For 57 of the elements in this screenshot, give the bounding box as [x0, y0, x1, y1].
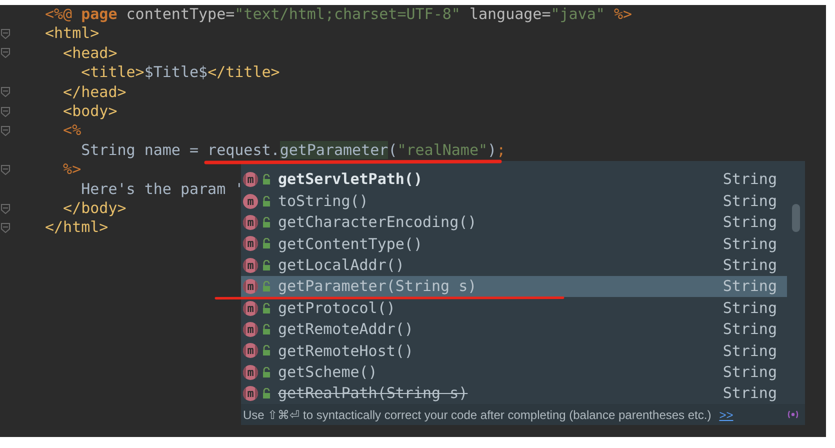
completion-item[interactable]: m getCharacterEncoding() String [241, 212, 787, 234]
method-icon: m [243, 194, 258, 209]
code-line: <% [62, 121, 82, 140]
method-icon: m [243, 236, 258, 252]
lock-icon [262, 302, 271, 314]
completion-item[interactable]: m getScheme() String [241, 362, 787, 383]
completion-item[interactable]: m getServletPath() String [241, 169, 787, 190]
lock-icon [262, 216, 271, 228]
code-line: </body> [62, 198, 126, 217]
fold-icon[interactable] [1, 106, 10, 117]
code-line: <%@ page contentType="text/html;charset=UTF-8" language="java" %> [45, 5, 632, 23]
method-icon: m [243, 300, 258, 316]
method-icon: m [243, 343, 258, 358]
code-line: <html> [45, 24, 100, 42]
lock-icon [262, 388, 271, 400]
fold-icon[interactable] [1, 204, 10, 214]
completion-item[interactable]: m getProtocol() String [241, 297, 787, 319]
fold-icon[interactable] [1, 87, 10, 98]
method-icon: m [243, 364, 258, 380]
fold-icon[interactable] [1, 222, 10, 233]
code-line: %> [62, 160, 82, 178]
code-line: </html> [45, 218, 108, 236]
lock-icon [262, 281, 271, 292]
code-line: <body> [62, 102, 118, 120]
completion-item[interactable]: m getRemoteHost() String [241, 340, 787, 362]
fold-icon[interactable] [1, 126, 10, 136]
method-icon: m [243, 322, 258, 337]
code-line: <head> [62, 44, 118, 62]
broadcast-icon[interactable] [787, 410, 799, 420]
completion-item[interactable]: m toString() String [241, 190, 787, 212]
method-icon: m [243, 279, 258, 294]
lock-icon [262, 238, 271, 250]
completion-item[interactable]: m getParameter(String s) String [241, 276, 787, 298]
lock-icon [262, 345, 271, 356]
scrollbar-thumb[interactable] [792, 204, 800, 232]
hint-text: Use ⇧⌘⏎ to syntactically correct your code after completing (balance parentheses etc.) [243, 406, 712, 424]
method-icon: m [243, 172, 258, 188]
lock-icon [262, 174, 271, 186]
completion-item[interactable]: m getRealPath(String s) String [241, 382, 787, 404]
method-icon: m [243, 386, 258, 402]
completion-item[interactable]: m getContentType() String [241, 233, 787, 255]
method-icon: m [243, 258, 258, 273]
lock-icon [262, 196, 271, 207]
completion-item[interactable]: m getLocalAddr() String [241, 254, 787, 276]
code-line: String name = request.getParameter("realName"); [80, 140, 506, 159]
code-line: </head> [62, 82, 126, 101]
code-line: Here's the param ' [80, 180, 244, 198]
lock-icon [262, 324, 271, 335]
completion-item[interactable]: m getRemoteAddr() String [241, 318, 787, 340]
more-link[interactable]: >> [719, 406, 734, 424]
lock-icon [262, 366, 271, 378]
fold-icon[interactable] [1, 29, 10, 40]
method-icon: m [243, 214, 258, 230]
fold-icon[interactable] [1, 48, 10, 58]
fold-icon[interactable] [1, 164, 10, 175]
lock-icon [262, 260, 271, 271]
code-line: <title>$Title$</title> [80, 63, 280, 82]
